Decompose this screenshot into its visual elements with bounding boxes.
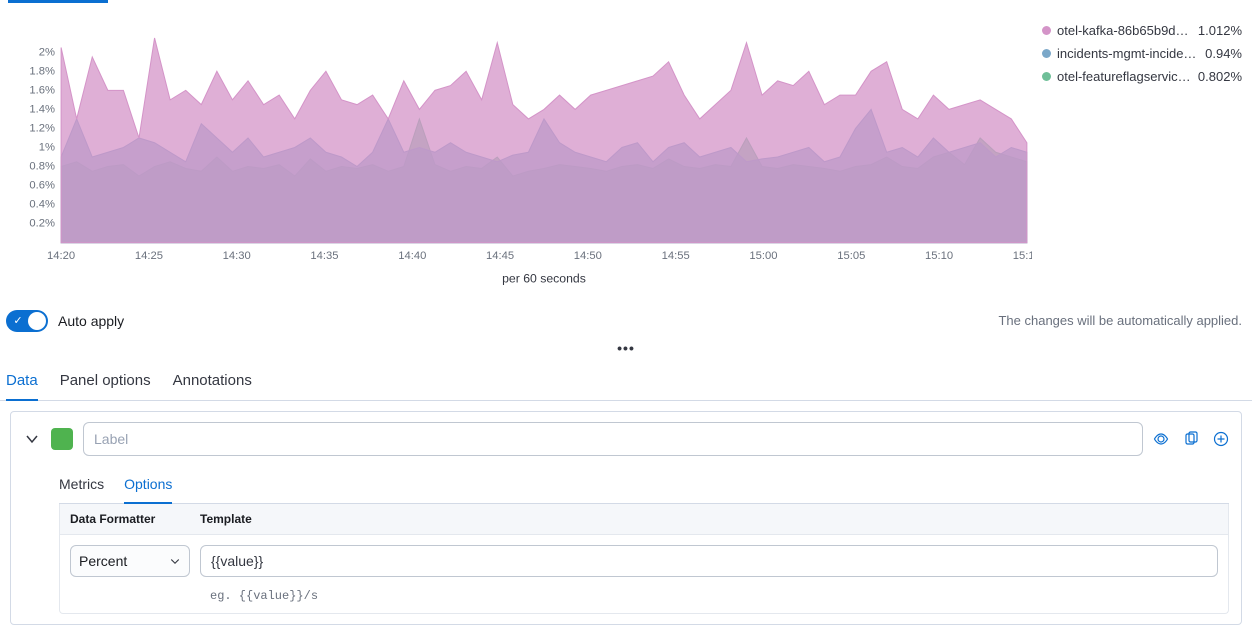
svg-text:per 60 seconds: per 60 seconds bbox=[502, 272, 586, 286]
chart-area: 0.2% 0.4% 0.6% 0.8% 1% 1.2% 1.4% 1.6% 1.8% 2% 14:2… bbox=[0, 3, 1252, 299]
sub-tab-metrics[interactable]: Metrics bbox=[59, 470, 104, 503]
auto-apply-label: Auto apply bbox=[58, 313, 124, 329]
svg-text:14:20: 14:20 bbox=[47, 250, 75, 262]
sub-tab-options[interactable]: Options bbox=[124, 470, 172, 504]
svg-text:1%: 1% bbox=[39, 142, 55, 154]
svg-text:0.8%: 0.8% bbox=[29, 161, 55, 173]
panel-sub-tabs: Metrics Options bbox=[59, 470, 1229, 504]
eye-icon bbox=[1153, 431, 1169, 447]
data-formatter-select[interactable]: Percent bbox=[70, 545, 190, 577]
legend-label: incidents-mgmt-incide… bbox=[1057, 46, 1199, 61]
tab-annotations[interactable]: Annotations bbox=[173, 366, 252, 400]
chevron-down-icon bbox=[169, 555, 181, 567]
svg-text:14:45: 14:45 bbox=[486, 250, 514, 262]
svg-text:14:35: 14:35 bbox=[310, 250, 338, 262]
svg-text:15:10: 15:10 bbox=[925, 250, 953, 262]
legend-color-dot bbox=[1042, 26, 1051, 35]
auto-apply-toggle[interactable]: ✓ bbox=[6, 310, 48, 332]
data-formatter-selected: Percent bbox=[79, 553, 127, 569]
legend-item[interactable]: otel-kafka-86b65b9d… 1.012% bbox=[1042, 23, 1242, 38]
svg-text:0.2%: 0.2% bbox=[29, 218, 55, 230]
series-label-input[interactable] bbox=[83, 422, 1143, 456]
drag-handle[interactable]: ••• bbox=[0, 336, 1252, 360]
svg-text:0.4%: 0.4% bbox=[29, 199, 55, 211]
svg-text:14:50: 14:50 bbox=[574, 250, 602, 262]
svg-text:15:15: 15:15 bbox=[1013, 250, 1032, 262]
chart-legend: otel-kafka-86b65b9d… 1.012% incidents-mgmt… bbox=[1032, 23, 1242, 289]
tab-data[interactable]: Data bbox=[6, 366, 38, 401]
template-hint: eg. {{value}}/s bbox=[210, 589, 1228, 603]
svg-text:2%: 2% bbox=[39, 46, 55, 58]
legend-value: 1.012% bbox=[1198, 23, 1242, 38]
svg-text:14:25: 14:25 bbox=[135, 250, 163, 262]
template-header: Template bbox=[190, 504, 1228, 534]
duplicate-button[interactable] bbox=[1183, 431, 1199, 447]
legend-label: otel-featureflagservic… bbox=[1057, 69, 1192, 84]
collapse-toggle[interactable] bbox=[23, 430, 41, 448]
auto-apply-bar: ✓ Auto apply The changes will be automat… bbox=[0, 299, 1252, 336]
svg-text:14:55: 14:55 bbox=[662, 250, 690, 262]
svg-text:15:05: 15:05 bbox=[837, 250, 865, 262]
plus-circle-icon bbox=[1213, 431, 1229, 447]
svg-text:1.2%: 1.2% bbox=[29, 123, 55, 135]
template-input[interactable] bbox=[200, 545, 1218, 577]
area-chart[interactable]: 0.2% 0.4% 0.6% 0.8% 1% 1.2% 1.4% 1.6% 1.8% 2% 14:2… bbox=[10, 23, 1032, 289]
series-panel: Metrics Options Data Formatter Template P… bbox=[10, 411, 1242, 625]
legend-color-dot bbox=[1042, 49, 1051, 58]
chevron-down-icon bbox=[24, 431, 40, 447]
svg-text:0.6%: 0.6% bbox=[29, 180, 55, 192]
svg-text:1.6%: 1.6% bbox=[29, 84, 55, 96]
copy-icon bbox=[1183, 431, 1199, 447]
svg-text:14:40: 14:40 bbox=[398, 250, 426, 262]
main-tabs: Data Panel options Annotations bbox=[0, 360, 1252, 401]
legend-label: otel-kafka-86b65b9d… bbox=[1057, 23, 1192, 38]
series-color-swatch[interactable] bbox=[51, 428, 73, 450]
legend-value: 0.94% bbox=[1205, 46, 1242, 61]
tab-panel-options[interactable]: Panel options bbox=[60, 366, 151, 400]
legend-color-dot bbox=[1042, 72, 1051, 81]
legend-value: 0.802% bbox=[1198, 69, 1242, 84]
options-table: Data Formatter Template Percent eg. {{va… bbox=[59, 504, 1229, 614]
svg-text:1.8%: 1.8% bbox=[29, 65, 55, 77]
visibility-toggle-button[interactable] bbox=[1153, 431, 1169, 447]
svg-text:14:30: 14:30 bbox=[223, 250, 251, 262]
legend-item[interactable]: incidents-mgmt-incide… 0.94% bbox=[1042, 46, 1242, 61]
svg-text:1.4%: 1.4% bbox=[29, 103, 55, 115]
svg-text:15:00: 15:00 bbox=[749, 250, 777, 262]
auto-apply-message: The changes will be automatically applie… bbox=[998, 313, 1242, 328]
add-button[interactable] bbox=[1213, 431, 1229, 447]
formatter-header: Data Formatter bbox=[60, 504, 190, 534]
legend-item[interactable]: otel-featureflagservic… 0.802% bbox=[1042, 69, 1242, 84]
